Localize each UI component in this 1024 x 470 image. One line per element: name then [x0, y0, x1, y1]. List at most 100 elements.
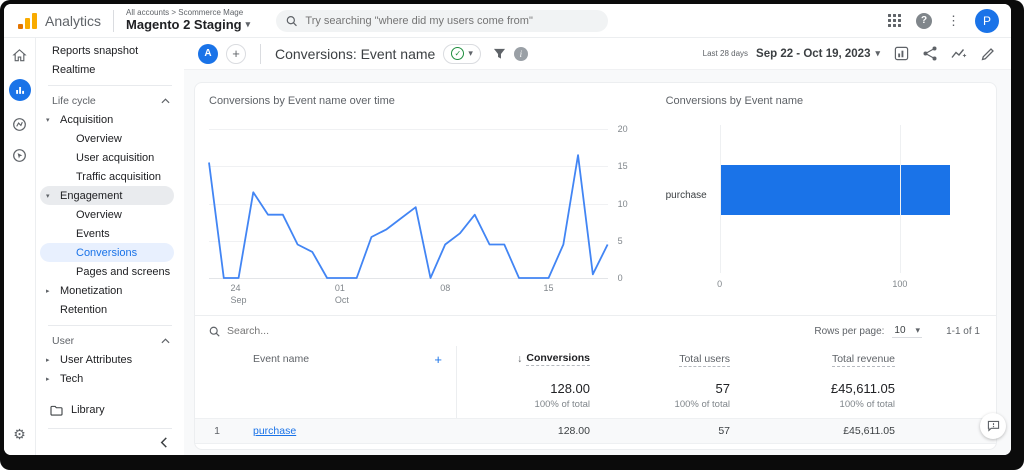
- cell-revenue: £45,611.05: [746, 425, 911, 437]
- global-search[interactable]: [276, 10, 608, 32]
- section-user[interactable]: User: [36, 332, 184, 350]
- section-life-cycle[interactable]: Life cycle: [36, 92, 184, 110]
- column-event-name[interactable]: Event name: [253, 353, 309, 365]
- top-app-bar: Analytics All accounts > Scommerce Mage …: [4, 4, 1011, 38]
- feedback-fab[interactable]: [980, 413, 1006, 439]
- reports-nav-drawer: Reports snapshot Realtime Life cycle ▾ A…: [36, 38, 184, 455]
- bar-chart-title: Conversions by Event name: [666, 95, 982, 107]
- sidebar-item-acquisition[interactable]: ▾ Acquisition: [36, 110, 184, 129]
- add-dimension-button[interactable]: +: [434, 352, 442, 367]
- google-apps-icon[interactable]: [888, 14, 901, 27]
- bar-chart-panel: Conversions by Event name purchase 0100: [650, 95, 982, 309]
- sidebar-item-reports-snapshot[interactable]: Reports snapshot: [36, 41, 184, 60]
- divider: [113, 10, 114, 32]
- table-search[interactable]: [209, 325, 407, 337]
- explore-icon[interactable]: [12, 117, 27, 132]
- help-icon[interactable]: ?: [916, 13, 932, 29]
- collapsed-arrow-icon: ▸: [46, 375, 54, 383]
- column-total-revenue[interactable]: Total revenue: [746, 353, 911, 365]
- bar-chart-plot[interactable]: [720, 125, 972, 273]
- sidebar-item-engagement[interactable]: ▾ Engagement: [40, 186, 174, 205]
- chevron-up-icon: [161, 338, 170, 344]
- nav-rail: ⚙: [4, 38, 36, 455]
- window-frame: Analytics All accounts > Scommerce Mage …: [0, 0, 1024, 470]
- collapse-drawer-icon[interactable]: [160, 437, 168, 448]
- report-content: Conversions by Event name over time 0510…: [184, 70, 1011, 455]
- reports-icon[interactable]: [9, 79, 31, 101]
- sidebar-item-user-attributes[interactable]: ▸ User Attributes: [36, 350, 184, 369]
- caret-down-icon: ▾: [875, 48, 880, 59]
- row-index: 1: [195, 425, 239, 437]
- expand-arrow-icon: ▾: [46, 192, 54, 200]
- collapsed-arrow-icon: ▸: [46, 356, 54, 364]
- edit-report-icon[interactable]: [981, 47, 995, 61]
- table-row: 1 purchase 128.00 57 £45,611.05: [195, 418, 996, 444]
- date-range-picker[interactable]: Sep 22 - Oct 19, 2023 ▾: [756, 48, 880, 60]
- sidebar-item-engagement-overview[interactable]: Overview: [36, 205, 184, 224]
- column-total-users[interactable]: Total users: [606, 353, 746, 365]
- column-conversions[interactable]: ↓ Conversions: [456, 346, 606, 372]
- sidebar-item-traffic-acquisition[interactable]: Traffic acquisition: [36, 167, 184, 186]
- sidebar-item-monetization[interactable]: ▸ Monetization: [36, 281, 184, 300]
- sidebar-item-events[interactable]: Events: [36, 224, 184, 243]
- sidebar-item-tech[interactable]: ▸ Tech: [36, 369, 184, 388]
- sidebar-item-user-acquisition[interactable]: User acquisition: [36, 148, 184, 167]
- sidebar-item-conversions[interactable]: Conversions: [40, 243, 174, 262]
- check-icon: ✓: [451, 47, 464, 60]
- expand-arrow-icon: ▾: [46, 116, 54, 124]
- sidebar-item-realtime[interactable]: Realtime: [36, 60, 184, 79]
- avatar[interactable]: P: [975, 9, 999, 33]
- caret-down-icon: ▾: [916, 325, 921, 336]
- bar-chart-xaxis: 0100: [720, 279, 972, 299]
- advertising-icon[interactable]: [12, 148, 27, 163]
- comparison-chip[interactable]: A: [198, 44, 218, 64]
- sidebar-item-acquisition-overview[interactable]: Overview: [36, 129, 184, 148]
- search-icon: [209, 326, 220, 337]
- totals-revenue: £45,611.05: [831, 381, 911, 396]
- search-icon: [286, 15, 297, 27]
- line-chart-xaxis: 24Sep01Oct0815: [209, 283, 608, 309]
- divider: [260, 44, 261, 64]
- sidebar-item-pages-and-screens[interactable]: Pages and screens: [36, 262, 184, 281]
- rows-per-page-label: Rows per page:: [814, 326, 884, 337]
- chevron-up-icon: [161, 98, 170, 104]
- rows-per-page-select[interactable]: 10 ▾: [892, 324, 922, 338]
- add-filter-icon[interactable]: [493, 48, 506, 60]
- line-chart-title: Conversions by Event name over time: [209, 95, 644, 107]
- info-icon[interactable]: i: [514, 47, 528, 61]
- date-preset-label: Last 28 days: [703, 49, 748, 58]
- folder-icon: [50, 405, 63, 416]
- cell-users: 57: [606, 425, 746, 437]
- totals-conversions: 128.00: [550, 381, 606, 396]
- add-comparison-button[interactable]: +: [226, 44, 246, 64]
- property-name: Magento 2 Staging: [126, 18, 242, 32]
- chat-bubble-icon: [987, 420, 1000, 432]
- caret-down-icon: ▾: [468, 48, 473, 59]
- bar-purchase[interactable]: [720, 165, 951, 215]
- more-menu-icon[interactable]: ⋮: [947, 13, 960, 29]
- home-icon[interactable]: [12, 48, 27, 63]
- bar-category-label: purchase: [666, 190, 707, 201]
- search-input[interactable]: [305, 15, 598, 27]
- property-selector[interactable]: All accounts > Scommerce Mage Magento 2 …: [126, 9, 250, 32]
- line-chart-panel: Conversions by Event name over time 0510…: [209, 95, 650, 309]
- main-content: A + Conversions: Event name ✓ ▾ i Last 2…: [184, 38, 1011, 455]
- report-status-pill[interactable]: ✓ ▾: [443, 44, 481, 64]
- sidebar-item-library[interactable]: Library: [36, 400, 184, 420]
- line-chart-plot[interactable]: 05101520: [209, 129, 608, 279]
- sidebar-item-retention[interactable]: Retention: [36, 300, 184, 319]
- event-name-link[interactable]: purchase: [253, 425, 296, 437]
- table-totals-row: 128.00 100% of total 57 100% of total £4…: [195, 372, 996, 418]
- insights-icon[interactable]: [951, 47, 967, 60]
- report-card: Conversions by Event name over time 0510…: [194, 82, 997, 450]
- app-name: Analytics: [45, 13, 101, 29]
- share-icon[interactable]: [923, 46, 937, 61]
- table-search-input[interactable]: [227, 325, 407, 337]
- admin-gear-icon[interactable]: ⚙: [13, 426, 26, 443]
- divider: [48, 85, 172, 86]
- report-table-section: Rows per page: 10 ▾ 1-1 of 1: [195, 315, 996, 449]
- google-analytics-logo-icon: [18, 13, 37, 29]
- edit-comparisons-icon[interactable]: [894, 46, 909, 61]
- divider: [48, 325, 172, 326]
- report-toolbar: A + Conversions: Event name ✓ ▾ i Last 2…: [184, 38, 1011, 70]
